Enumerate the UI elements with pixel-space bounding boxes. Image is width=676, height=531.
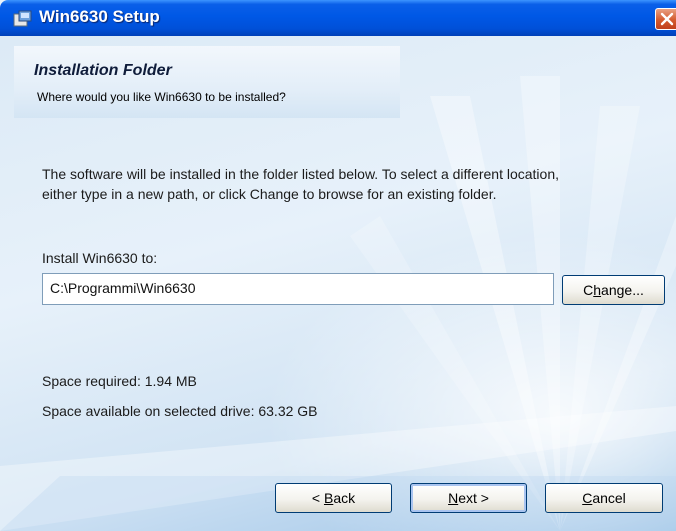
change-button[interactable]: Change... <box>562 275 665 305</box>
setup-window: Win6630 Setup Installation Folder Where … <box>0 0 676 531</box>
close-button[interactable] <box>655 8 676 30</box>
next-button[interactable]: Next > <box>410 483 527 513</box>
back-button[interactable]: < Back <box>275 483 392 513</box>
setup-app-icon <box>13 10 32 27</box>
cancel-button[interactable]: Cancel <box>545 483 663 513</box>
header-subtitle: Where would you like Win6630 to be insta… <box>37 90 286 104</box>
title-bar[interactable]: Win6630 Setup <box>0 0 676 36</box>
header-title: Installation Folder <box>34 62 172 79</box>
space-available: Space available on selected drive: 63.32… <box>42 403 318 419</box>
close-icon <box>660 12 674 26</box>
description-line-2: either type in a new path, or click Chan… <box>42 186 497 202</box>
install-path-input[interactable]: C:\Programmi\Win6630 <box>42 273 554 305</box>
description-line-1: The software will be installed in the fo… <box>42 166 559 182</box>
install-label: Install Win6630 to: <box>42 250 158 266</box>
space-required: Space required: 1.94 MB <box>42 373 197 389</box>
header-banner: Installation Folder Where would you like… <box>14 46 400 118</box>
window-title: Win6630 Setup <box>39 7 160 26</box>
